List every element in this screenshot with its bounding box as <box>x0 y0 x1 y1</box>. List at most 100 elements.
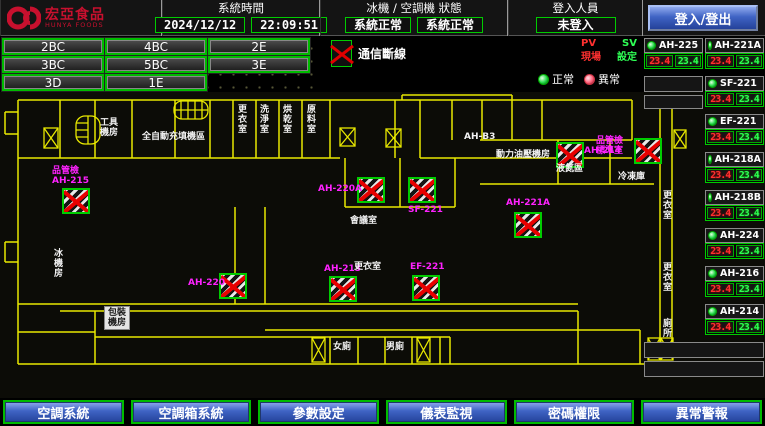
sv-desc-label: 設定 <box>617 51 637 65</box>
door-icon <box>44 128 58 148</box>
floor-button-3E[interactable]: 3E <box>208 56 310 73</box>
toolbar-button-參數設定[interactable]: 參數設定 <box>258 400 379 424</box>
unit-title[interactable]: AH-218A <box>705 152 764 167</box>
equipment-column-left: AH-225 23.423.4 <box>644 38 703 112</box>
unit-values: 23.423.4 <box>705 91 764 107</box>
unit-name-label: AH-221A <box>715 40 761 51</box>
unit-name-label: SF-221 <box>720 78 757 89</box>
login-status: 未登入 <box>536 17 616 33</box>
floor-button-2BC[interactable]: 2BC <box>2 38 104 55</box>
sv-label: SV <box>622 37 637 51</box>
unit-AH-221A: AH-221A 23.423.4 <box>705 38 764 69</box>
unit-name-label: AH-225 <box>659 40 698 51</box>
unit-name-label: AH-214 <box>720 306 759 317</box>
unit-name-label: AH-218A <box>715 154 761 165</box>
unit-EF-221: EF-221 23.423.4 <box>705 114 764 145</box>
plan-label: 原料室 <box>305 104 315 134</box>
unit-title[interactable]: EF-221 <box>705 114 764 129</box>
toolbar-button-密碼權限[interactable]: 密碼權限 <box>514 400 635 424</box>
comm-offline-label: 通信斷線 <box>358 45 406 62</box>
unit-title[interactable]: AH-221A <box>705 38 764 53</box>
stairs-icon <box>174 101 208 119</box>
unit-title[interactable]: AH-216 <box>705 266 764 281</box>
sv-value: 23.4 <box>736 131 763 143</box>
pv-value: 23.4 <box>707 283 734 295</box>
unit-values: 23.423.4 <box>644 53 703 69</box>
floor-button-3BC[interactable]: 3BC <box>2 56 104 73</box>
unit-title[interactable]: AH-214 <box>705 304 764 319</box>
plan-label: AH-220 <box>188 278 225 288</box>
bottom-toolbar: 空調系統空調箱系統參數設定儀表監視密碼權限異常警報 <box>0 398 765 426</box>
comm-offline-icon <box>331 40 352 67</box>
unit-values: 23.423.4 <box>705 129 764 145</box>
brand-name-en: HUNYA FOODS <box>45 22 105 29</box>
status-led-icon <box>708 231 717 240</box>
plan-label: EF-221 <box>410 262 445 272</box>
status-led-icon <box>708 79 717 88</box>
system-clock: 22:09:51 <box>251 17 327 33</box>
header-bar: 宏亞食品 HUNYA FOODS 系統時間 2024/12/12 22:09:5… <box>0 0 765 36</box>
toolbar-button-空調箱系統[interactable]: 空調箱系統 <box>131 400 252 424</box>
floor-button-4BC[interactable]: 4BC <box>105 38 207 55</box>
unit-name-label: AH-218B <box>715 192 761 203</box>
company-logo: 宏亞食品 HUNYA FOODS <box>0 0 162 36</box>
unit-name-label: EF-221 <box>720 116 756 127</box>
plan-label: 廁所 <box>661 318 671 338</box>
comm-offline-marker-AH-213[interactable] <box>329 276 357 302</box>
pv-value: 23.4 <box>707 207 734 219</box>
pv-value: 23.4 <box>707 55 734 67</box>
plan-label: 更衣室 <box>661 262 671 292</box>
door-icon <box>312 338 325 362</box>
unit-AH-224: AH-22423.423.4 <box>705 228 764 259</box>
plan-label: AH-221A <box>506 198 550 208</box>
door-icon <box>417 338 430 362</box>
comm-offline-marker-EF-221[interactable] <box>412 275 440 301</box>
sv-value: 23.4 <box>736 55 763 67</box>
unit-AH-214: AH-21423.423.4 <box>705 304 764 335</box>
abnormal-led-icon <box>584 74 595 85</box>
unit-title[interactable]: AH-218B <box>705 190 764 205</box>
abnormal-label: 異常 <box>598 71 620 87</box>
status-led-icon <box>708 117 717 126</box>
comm-offline-marker-SF-221[interactable] <box>408 177 436 203</box>
comm-offline-marker-AH-218[interactable] <box>634 138 662 164</box>
pv-value: 23.4 <box>707 93 734 105</box>
unit-values: 23.423.4 <box>705 205 764 221</box>
unit-title[interactable]: AH-224 <box>705 228 764 243</box>
login-logout-button[interactable]: 登入/登出 <box>648 5 758 31</box>
toolbar-button-空調系統[interactable]: 空調系統 <box>3 400 124 424</box>
sv-value: 23.4 <box>736 245 763 257</box>
toolbar-button-儀表監視[interactable]: 儀表監視 <box>386 400 507 424</box>
comm-offline-legend: 通信斷線 <box>331 40 406 67</box>
comm-offline-marker-AH-221A[interactable] <box>514 212 542 238</box>
sv-value: 23.4 <box>736 321 763 333</box>
toolbar-button-異常警報[interactable]: 異常警報 <box>641 400 762 424</box>
empty-panel <box>644 342 764 358</box>
plan-label: AH-220A <box>318 184 362 194</box>
floor-button-1E[interactable]: 1E <box>105 74 207 91</box>
floor-button-5BC[interactable]: 5BC <box>105 56 207 73</box>
plan-label: 更衣室 <box>236 104 246 134</box>
machine-status-label: 冰機 / 空調機 狀態 <box>321 0 507 16</box>
unit-values: 23.423.4 <box>705 53 764 69</box>
status-led-icon <box>708 269 717 278</box>
empty-panel <box>644 361 764 377</box>
floor-button-2E[interactable]: 2E <box>208 38 310 55</box>
unit-AH-218A: AH-218A23.423.4 <box>705 152 764 183</box>
status-led-icon <box>708 41 712 50</box>
plan-label: 烘乾室 <box>281 104 291 134</box>
unit-name-label: AH-216 <box>720 268 759 279</box>
plan-label: 動力油壓機房 <box>496 150 550 160</box>
unit-values: 23.423.4 <box>705 281 764 297</box>
ahu-status: 系統正常 <box>417 17 483 33</box>
plan-label: 女廁 <box>333 342 351 352</box>
door-icon <box>340 128 355 146</box>
comm-offline-marker-AH-215[interactable] <box>62 188 90 214</box>
floor-button-3D[interactable]: 3D <box>2 74 104 91</box>
unit-title[interactable]: AH-225 <box>644 38 703 53</box>
door-icon <box>386 129 401 147</box>
empty-panel <box>644 95 703 109</box>
equipment-column-right: AH-221A23.423.4SF-22123.423.4EF-22123.42… <box>705 38 764 342</box>
unit-title[interactable]: SF-221 <box>705 76 764 91</box>
plan-label: 冰機房 <box>52 248 62 278</box>
